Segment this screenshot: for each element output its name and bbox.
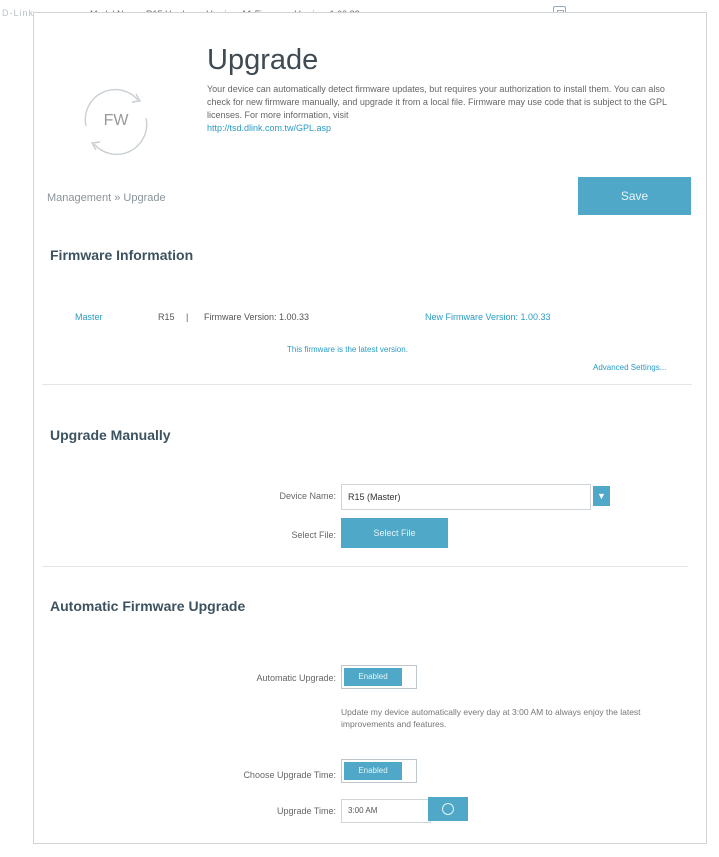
select-file-label: Select File: xyxy=(291,530,336,540)
upgrade-time-label: Upgrade Time: xyxy=(276,806,336,816)
gpl-link[interactable]: http://tsd.dlink.com.tw/GPL.asp xyxy=(207,122,687,135)
upgrade-manually-title: Upgrade Manually xyxy=(50,427,171,443)
current-firmware-version: Firmware Version: 1.00.33 xyxy=(204,312,310,322)
choose-upgrade-time-label: Choose Upgrade Time: xyxy=(243,770,336,780)
device-name-select[interactable]: R15 (Master) xyxy=(341,484,591,510)
model-value: R15 xyxy=(158,312,175,322)
device-name-label: Device Name: xyxy=(279,491,336,501)
firmware-info-title: Firmware Information xyxy=(50,247,194,263)
page-title: Upgrade xyxy=(207,44,319,76)
toggle-state: Enabled xyxy=(344,762,402,780)
section-divider xyxy=(42,384,692,385)
breadcrumb: Management » Upgrade xyxy=(47,192,166,204)
upgrade-time-value: 3:00 AM xyxy=(348,806,378,815)
model-label: Master xyxy=(75,312,103,322)
page-description: Your device can automatically detect fir… xyxy=(207,83,687,135)
clock-icon[interactable] xyxy=(428,797,468,821)
choose-upgrade-time-toggle[interactable]: Enabled xyxy=(341,759,417,783)
auto-upgrade-title: Automatic Firmware Upgrade xyxy=(50,598,246,614)
automatic-upgrade-toggle[interactable]: Enabled xyxy=(341,665,417,689)
chevron-down-icon[interactable]: ▼ xyxy=(593,486,610,506)
new-firmware-version: New Firmware Version: 1.00.33 xyxy=(425,312,551,322)
automatic-upgrade-description: Update my device automatically every day… xyxy=(341,707,641,729)
info-separator: | xyxy=(186,312,189,322)
automatic-upgrade-label: Automatic Upgrade: xyxy=(256,673,336,683)
toggle-state: Enabled xyxy=(344,668,402,686)
device-name-value: R15 (Master) xyxy=(348,492,401,502)
upgrade-time-input[interactable]: 3:00 AM xyxy=(341,799,431,823)
latest-version-note: This firmware is the latest version. xyxy=(287,345,408,354)
description-text: Your device can automatically detect fir… xyxy=(207,84,667,120)
save-button[interactable]: Save xyxy=(578,177,691,215)
brand-logo: D-Link xyxy=(2,8,35,18)
select-file-button[interactable]: Select File xyxy=(341,518,448,548)
firmware-logo: FW xyxy=(74,80,158,164)
firmware-logo-text: FW xyxy=(103,112,129,129)
advanced-settings-link[interactable]: Advanced Settings... xyxy=(593,363,666,372)
section-divider xyxy=(42,566,688,567)
